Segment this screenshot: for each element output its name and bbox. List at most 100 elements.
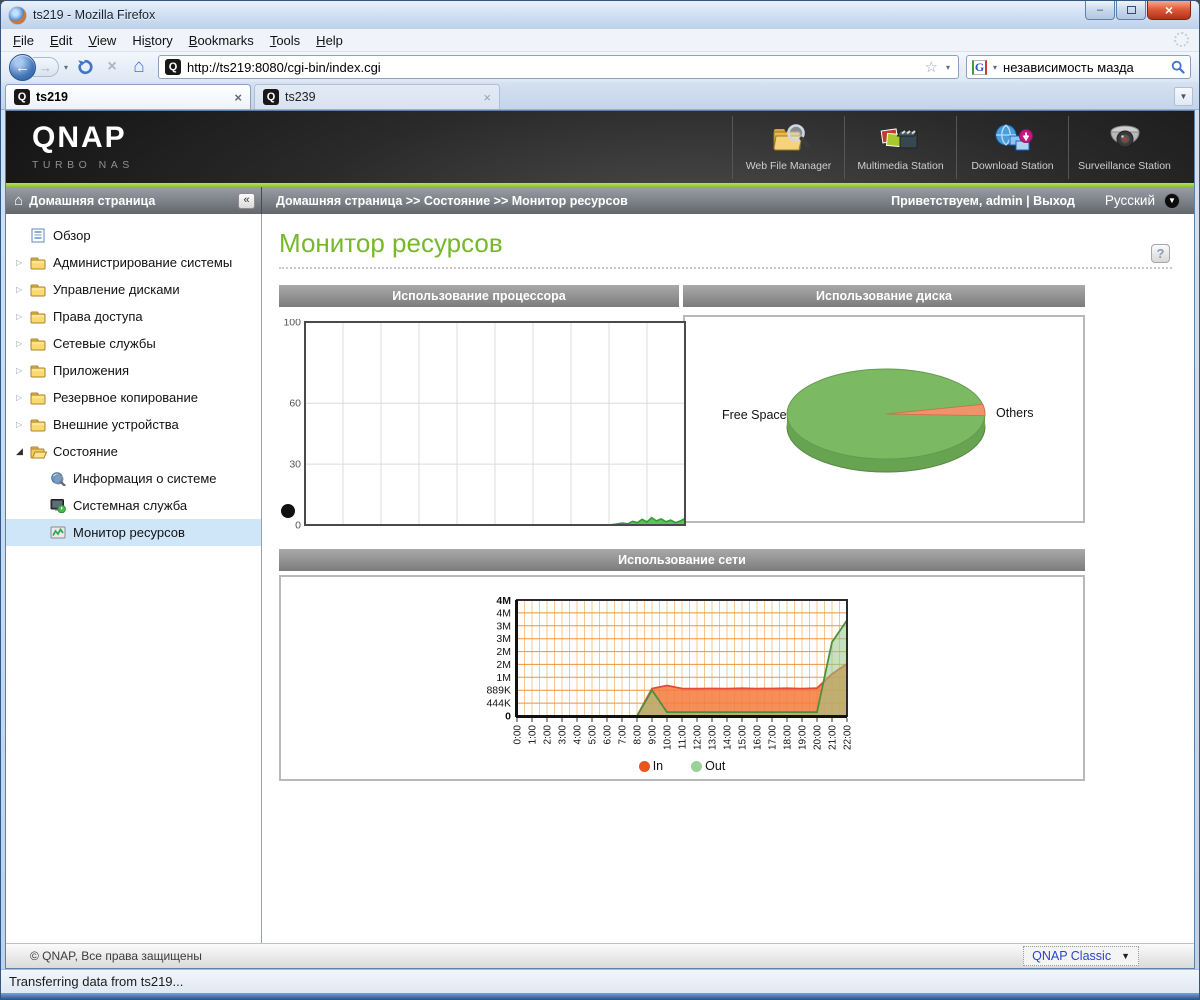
menu-help[interactable]: Help bbox=[308, 31, 351, 50]
station-multimedia[interactable]: Multimedia Station bbox=[844, 115, 956, 179]
tree-arrow-icon[interactable]: ▷ bbox=[16, 312, 30, 321]
page-footer: © QNAP, Все права защищены QNAP Classic … bbox=[6, 943, 1194, 968]
stop-button[interactable]: × bbox=[100, 55, 124, 79]
tree-arrow-icon[interactable]: ▷ bbox=[16, 285, 30, 294]
station-label: Download Station bbox=[971, 159, 1054, 172]
menu-bar: File Edit View History Bookmarks Tools H… bbox=[1, 29, 1199, 52]
close-button[interactable]: × bbox=[1147, 1, 1191, 20]
search-icon[interactable] bbox=[1171, 60, 1185, 74]
legend-label: Out bbox=[705, 759, 726, 773]
tree-arrow-icon[interactable]: ◢ bbox=[16, 446, 30, 457]
status-text: Transferring data from ts219... bbox=[9, 974, 184, 989]
menu-edit[interactable]: Edit bbox=[42, 31, 80, 50]
svg-text:Free Space: Free Space bbox=[722, 408, 787, 422]
qnap-tagline: Turbo NAS bbox=[32, 159, 134, 171]
browser-window: ts219 - Mozilla Firefox – × File Edit Vi… bbox=[0, 0, 1200, 1000]
url-dropdown-icon[interactable]: ▾ bbox=[944, 63, 952, 72]
sidebar-collapse-button[interactable]: « bbox=[238, 192, 255, 209]
tree-arrow-icon[interactable]: ▷ bbox=[16, 258, 30, 267]
history-dropdown-icon[interactable]: ▾ bbox=[62, 63, 70, 72]
tab-list-dropdown-icon[interactable]: ▼ bbox=[1174, 87, 1193, 106]
bookmark-star-icon[interactable]: ☆ bbox=[925, 58, 938, 76]
legend-dot-icon bbox=[638, 760, 650, 772]
qnap-logo: QNAP bbox=[32, 121, 127, 154]
resource-monitor-icon bbox=[50, 525, 71, 540]
menu-view[interactable]: View bbox=[80, 31, 124, 50]
menu-tools[interactable]: Tools bbox=[262, 31, 308, 50]
tree-arrow-icon[interactable]: ▷ bbox=[16, 366, 30, 375]
sidebar-item[interactable]: ▷ Внешние устройства bbox=[6, 411, 261, 438]
sidebar-tree: Обзор ▷ Администрирование системы ▷ Управлен… bbox=[6, 214, 262, 943]
sidebar-item[interactable]: Обзор bbox=[6, 222, 261, 249]
svg-text:3:00: 3:00 bbox=[558, 725, 569, 745]
search-bar[interactable]: G ▾ независимость мазда bbox=[966, 55, 1191, 79]
sidebar-item[interactable]: Системная служба bbox=[6, 492, 261, 519]
network-panel-title: Использование сети bbox=[279, 549, 1085, 571]
tree-arrow-icon[interactable]: ▷ bbox=[16, 339, 30, 348]
back-button[interactable]: ← bbox=[9, 53, 36, 81]
tree-arrow-icon[interactable]: ▷ bbox=[16, 393, 30, 402]
sidebar-item-label: Сетевые службы bbox=[53, 336, 156, 351]
sidebar-item[interactable]: ▷ Администрирование системы bbox=[6, 249, 261, 276]
greeting-text: Приветствуем, bbox=[891, 193, 983, 208]
sidebar-item[interactable]: ◢ Состояние bbox=[6, 438, 261, 465]
home-icon: ⌂ bbox=[14, 192, 24, 209]
sidebar-item[interactable]: Монитор ресурсов bbox=[6, 519, 261, 546]
svg-text:2M: 2M bbox=[496, 659, 511, 671]
minimize-button[interactable]: – bbox=[1085, 1, 1115, 20]
menu-history[interactable]: History bbox=[124, 31, 180, 50]
search-engine-dropdown-icon[interactable]: ▾ bbox=[991, 63, 999, 72]
forward-button[interactable]: → bbox=[33, 57, 59, 77]
menu-bookmarks[interactable]: Bookmarks bbox=[181, 31, 262, 50]
sidebar-item-label: Приложения bbox=[53, 363, 130, 378]
sidebar-item-label: Права доступа bbox=[53, 309, 143, 324]
tab-ts239[interactable]: Q ts239 × bbox=[254, 84, 500, 109]
tree-arrow-icon[interactable]: ▷ bbox=[16, 420, 30, 429]
sidebar-item[interactable]: Информация о системе bbox=[6, 465, 261, 492]
station-label: Web File Manager bbox=[745, 159, 832, 172]
svg-text:10:00: 10:00 bbox=[663, 725, 674, 750]
sidebar-item-label: Монитор ресурсов bbox=[73, 525, 185, 540]
menu-file[interactable]: File bbox=[5, 31, 42, 50]
station-web-file-manager[interactable]: Web File Manager bbox=[732, 115, 844, 179]
url-input[interactable]: http://ts219:8080/cgi-bin/index.cgi bbox=[187, 60, 919, 75]
sidebar-header-label: Домашняя страница bbox=[29, 193, 156, 208]
maximize-button[interactable] bbox=[1116, 1, 1146, 20]
station-download[interactable]: Download Station bbox=[956, 115, 1068, 179]
multimedia-station-icon bbox=[880, 127, 918, 148]
svg-text:4:00: 4:00 bbox=[573, 725, 584, 745]
language-dropdown-icon[interactable]: ▼ bbox=[1164, 192, 1180, 209]
svg-text:889K: 889K bbox=[486, 685, 511, 697]
tab-close-icon[interactable]: × bbox=[483, 90, 491, 105]
tab-label: ts239 bbox=[285, 90, 316, 104]
language-selector[interactable]: Русский bbox=[1105, 193, 1155, 208]
svg-text:0: 0 bbox=[505, 711, 511, 723]
sidebar-item-label: Управление дисками bbox=[53, 282, 180, 297]
station-label: Surveillance Station bbox=[1078, 159, 1171, 172]
sidebar-item[interactable]: ▷ Резервное копирование bbox=[6, 384, 261, 411]
page-title: Монитор ресурсов bbox=[279, 228, 503, 258]
svg-text:1M: 1M bbox=[496, 672, 511, 684]
sidebar-item[interactable]: ▷ Приложения bbox=[6, 357, 261, 384]
sidebar-item[interactable]: ▷ Управление дисками bbox=[6, 276, 261, 303]
logout-link[interactable]: Выход bbox=[1033, 194, 1075, 208]
search-input[interactable]: независимость мазда bbox=[1003, 60, 1167, 75]
disk-usage-pie: Free Space Others bbox=[683, 315, 1085, 523]
theme-select[interactable]: QNAP Classic ▼ bbox=[1023, 946, 1139, 966]
reload-button[interactable] bbox=[73, 55, 97, 79]
svg-text:19:00: 19:00 bbox=[798, 725, 809, 750]
station-surveillance[interactable]: Surveillance Station bbox=[1068, 115, 1180, 179]
home-button[interactable]: ⌂ bbox=[127, 55, 151, 79]
url-bar[interactable]: Q http://ts219:8080/cgi-bin/index.cgi ☆ … bbox=[158, 55, 959, 79]
tab-close-icon[interactable]: × bbox=[234, 90, 242, 105]
window-bottom-border bbox=[1, 993, 1199, 999]
sidebar-item[interactable]: ▷ Сетевые службы bbox=[6, 330, 261, 357]
tab-ts219[interactable]: Q ts219 × bbox=[5, 84, 251, 109]
cpu-usage-panel: Использование процессора 100 60 30 0 bbox=[279, 285, 686, 547]
help-button[interactable]: ? bbox=[1151, 244, 1170, 263]
title-bar[interactable]: ts219 - Mozilla Firefox – × bbox=[1, 1, 1199, 29]
folder-icon bbox=[30, 337, 51, 351]
svg-text:3M: 3M bbox=[496, 620, 511, 632]
folder-open-icon bbox=[30, 445, 51, 459]
sidebar-item[interactable]: ▷ Права доступа bbox=[6, 303, 261, 330]
